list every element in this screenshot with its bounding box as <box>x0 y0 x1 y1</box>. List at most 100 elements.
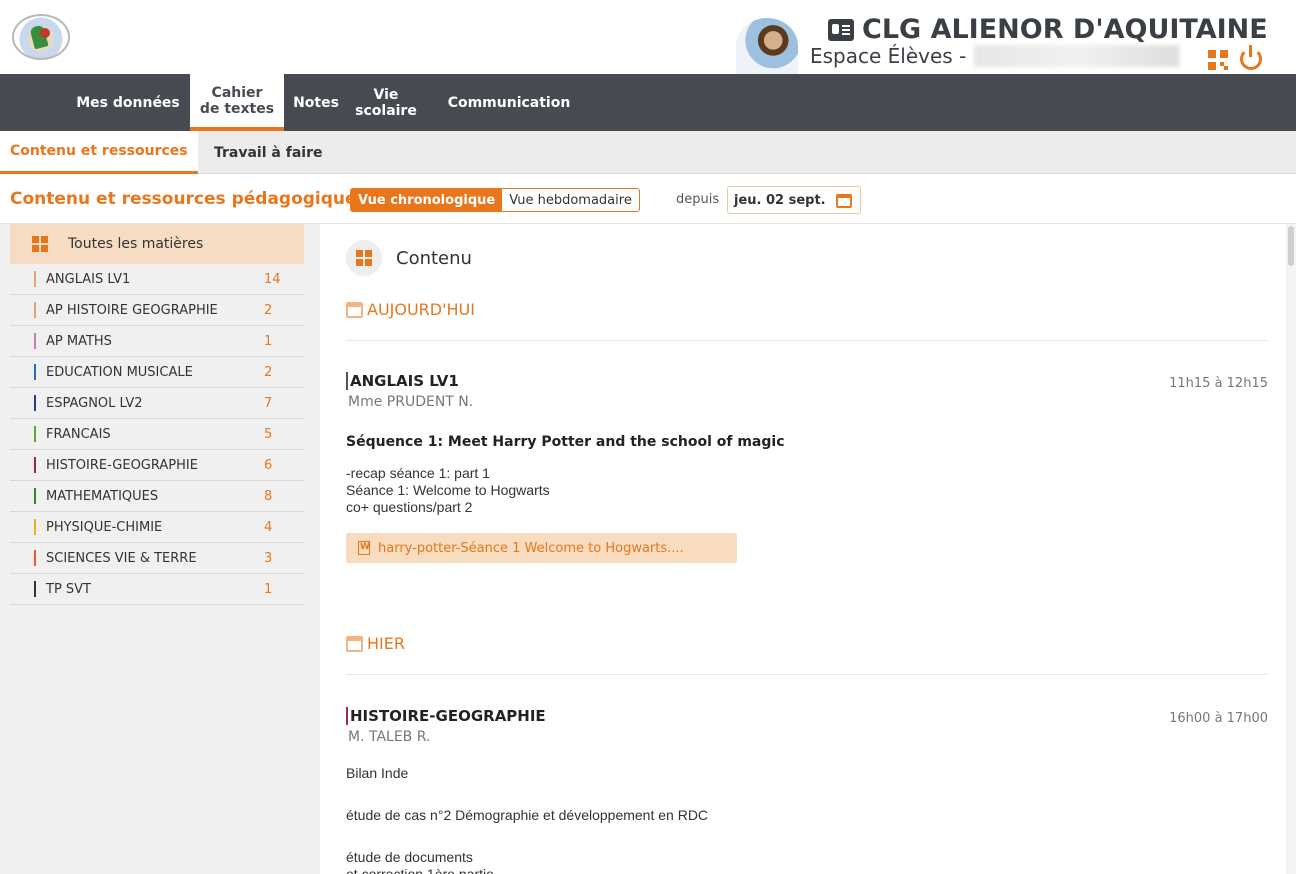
day-label-today: AUJOURD'HUI <box>346 300 475 319</box>
entry-line: étude de cas n°2 Démographie et développ… <box>346 807 709 823</box>
entry-teacher: M. TALEB R. <box>348 729 431 745</box>
view-hebdomadaire-button[interactable]: Vue hebdomadaire <box>502 189 639 211</box>
subject-color-bar <box>34 333 36 349</box>
sidebar-subject-item[interactable]: EDUCATION MUSICALE 2 <box>10 357 304 388</box>
app-header: CLG ALIENOR D'AQUITAINE Espace Élèves - <box>0 0 1296 74</box>
nav-label-line2: scolaire <box>355 102 417 119</box>
nav-label-line1: Vie <box>373 86 399 103</box>
subject-color-bar <box>34 364 36 380</box>
entry-line: co+ questions/part 2 <box>346 499 473 515</box>
grid-icon <box>356 250 372 266</box>
entry-subject[interactable]: ANGLAIS LV1 <box>346 372 459 390</box>
entry-time: 11h15 à 12h15 <box>1169 376 1268 391</box>
attachment-link[interactable]: harry-potter-Séance 1 Welcome to Hogwart… <box>346 533 737 563</box>
subject-color-bar <box>34 519 36 535</box>
content-title: Contenu <box>396 247 472 269</box>
calendar-icon <box>346 635 363 652</box>
subject-count: 8 <box>264 488 273 504</box>
sidebar-subject-item[interactable]: HISTOIRE-GEOGRAPHIE 6 <box>10 450 304 481</box>
scroll-thumb[interactable] <box>1288 226 1294 266</box>
content-panel: Contenu AUJOURD'HUI ANGLAIS LV1 Mme PRUD… <box>320 224 1286 874</box>
sub-nav: Contenu et ressources Travail à faire <box>0 131 1296 174</box>
nav-cahier-de-textes[interactable]: Cahier de textes <box>190 74 284 131</box>
nav-label: Mes données <box>76 94 180 111</box>
subject-color-bar <box>34 302 36 318</box>
subject-color-bar <box>34 426 36 442</box>
page-title: Contenu et ressources pédagogiques <box>10 189 367 209</box>
since-label: depuis <box>676 192 720 207</box>
subject-sidebar: Toutes les matières ANGLAIS LV1 14 AP HIST… <box>0 224 320 874</box>
sidebar-subject-item[interactable]: AP MATHS 1 <box>10 326 304 357</box>
logout-power-icon[interactable] <box>1240 45 1262 70</box>
calendar-icon[interactable] <box>836 194 852 208</box>
subject-count: 14 <box>264 271 281 287</box>
date-picker[interactable]: jeu. 02 sept. <box>727 186 861 214</box>
tab-contenu-ressources[interactable]: Contenu et ressources <box>0 131 198 174</box>
entry-heading: Séquence 1: Meet Harry Potter and the sc… <box>346 434 785 450</box>
nav-label-line1: Cahier <box>211 84 263 101</box>
day-label-text: AUJOURD'HUI <box>367 300 475 319</box>
sidebar-subject-item[interactable]: SCIENCES VIE & TERRE 3 <box>10 543 304 574</box>
subject-count: 6 <box>264 457 273 473</box>
attachment-name: harry-potter-Séance 1 Welcome to Hogwart… <box>378 540 684 556</box>
entry-time: 16h00 à 17h00 <box>1169 711 1268 726</box>
id-card-icon <box>828 18 854 41</box>
subject-name: MATHEMATIQUES <box>46 488 159 504</box>
view-chronologique-button[interactable]: Vue chronologique <box>351 189 503 211</box>
subject-color-bar <box>34 488 36 504</box>
subject-color-bar <box>34 550 36 566</box>
sidebar-subject-item[interactable]: TP SVT 1 <box>10 574 304 605</box>
school-title: CLG ALIENOR D'AQUITAINE <box>828 14 1268 45</box>
school-name: CLG ALIENOR D'AQUITAINE <box>862 14 1268 45</box>
subject-count: 4 <box>264 519 273 535</box>
subject-name: ESPAGNOL LV2 <box>46 395 143 411</box>
nav-notes[interactable]: Notes <box>286 74 346 131</box>
subject-count: 1 <box>264 581 273 597</box>
subject-color-bar <box>34 457 36 473</box>
calendar-icon <box>346 301 363 318</box>
subject-name: AP HISTOIRE GEOGRAPHIE <box>46 302 218 318</box>
sidebar-subject-item[interactable]: MATHEMATIQUES 8 <box>10 481 304 512</box>
avatar[interactable] <box>736 18 798 74</box>
view-toggle: Vue chronologique Vue hebdomadaire <box>350 188 640 212</box>
nav-label: Notes <box>293 94 339 111</box>
date-value: jeu. 02 sept. <box>734 192 826 208</box>
scrollbar[interactable] <box>1286 224 1296 874</box>
qr-code-icon[interactable] <box>1208 50 1228 70</box>
tab-label: Contenu et ressources <box>10 143 188 159</box>
subject-name: PHYSIQUE-CHIMIE <box>46 519 163 535</box>
subject-name: TP SVT <box>46 581 91 597</box>
nav-label: Communication <box>447 94 571 111</box>
entry-line: étude de documents <box>346 849 473 865</box>
nav-mes-donnees[interactable]: Mes données <box>66 74 190 131</box>
content-header: Contenu <box>346 240 472 276</box>
divider <box>346 674 1268 675</box>
space-line: Espace Élèves - <box>810 44 1180 68</box>
subject-count: 5 <box>264 426 273 442</box>
entry-line: Bilan Inde <box>346 765 409 781</box>
subject-count: 2 <box>264 302 273 318</box>
subject-count: 2 <box>264 364 273 380</box>
nav-communication[interactable]: Communication <box>436 74 582 131</box>
word-document-icon <box>358 541 370 555</box>
subject-name: EDUCATION MUSICALE <box>46 364 193 380</box>
nav-vie-scolaire[interactable]: Vie scolaire <box>346 74 426 131</box>
subject-name: ANGLAIS LV1 <box>46 271 131 287</box>
subject-count: 1 <box>264 333 273 349</box>
school-logo <box>12 14 70 60</box>
sidebar-subject-item[interactable]: FRANCAIS 5 <box>10 419 304 450</box>
entry-subject[interactable]: HISTOIRE-GEOGRAPHIE <box>346 707 546 725</box>
all-subjects-item[interactable]: Toutes les matières <box>10 224 304 264</box>
sidebar-subject-item[interactable]: PHYSIQUE-CHIMIE 4 <box>10 512 304 543</box>
subject-name: SCIENCES VIE & TERRE <box>46 550 197 566</box>
day-label-yesterday: HIER <box>346 634 405 653</box>
toolbar: Contenu et ressources pédagogiques Vue c… <box>0 174 1296 224</box>
space-label: Espace Élèves - <box>810 44 967 68</box>
subject-color-bar <box>34 581 36 597</box>
sidebar-subject-item[interactable]: ANGLAIS LV1 14 <box>10 264 304 295</box>
entry-teacher: Mme PRUDENT N. <box>348 394 474 410</box>
sidebar-subject-item[interactable]: ESPAGNOL LV2 7 <box>10 388 304 419</box>
sidebar-subject-item[interactable]: AP HISTOIRE GEOGRAPHIE 2 <box>10 295 304 326</box>
tab-travail-a-faire[interactable]: Travail à faire <box>204 131 332 174</box>
subject-count: 7 <box>264 395 273 411</box>
